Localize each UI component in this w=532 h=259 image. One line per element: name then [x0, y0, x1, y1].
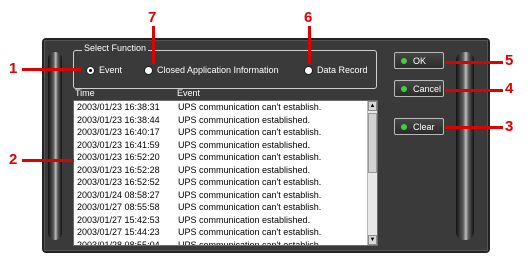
- ok-button-icon: [401, 57, 407, 64]
- callout-1: 1: [9, 60, 18, 77]
- table-row[interactable]: 2003/01/27 15:42:53 UPS communication est…: [74, 214, 377, 227]
- event-rows: 2003/01/23 16:38:31 UPS communication can…: [74, 101, 377, 246]
- cancel-button[interactable]: Cancel: [394, 80, 444, 97]
- row-event: UPS communication can't establish.: [178, 227, 322, 237]
- callout-6: 6: [304, 9, 313, 26]
- event-list[interactable]: 2003/01/23 16:38:31 UPS communication can…: [73, 100, 378, 246]
- callout-3: 3: [505, 118, 514, 135]
- table-row[interactable]: 2003/01/23 16:38:31 UPS communication can…: [74, 101, 377, 114]
- row-event: UPS communication can't establish.: [178, 177, 322, 187]
- row-time: 2003/01/23 16:52:20: [77, 152, 160, 162]
- row-event: UPS communication established.: [178, 164, 311, 175]
- radio-event-label: Event: [99, 65, 123, 75]
- right-roller: [456, 52, 474, 240]
- callout-4: 4: [505, 80, 514, 97]
- left-roller: [48, 52, 62, 240]
- row-time: 2003/01/23 16:40:17: [77, 127, 160, 137]
- radio-button-icon[interactable]: [86, 65, 95, 75]
- row-event: UPS communication can't establish.: [178, 152, 322, 162]
- row-time: 2003/01/23 16:38:31: [77, 102, 160, 112]
- cancel-button-label: Cancel: [413, 83, 442, 94]
- table-row[interactable]: 2003/01/23 16:52:28 UPS communication est…: [74, 164, 377, 177]
- row-time: 2003/01/28 08:55:04: [77, 239, 160, 246]
- row-event: UPS communication can't establish.: [178, 102, 322, 112]
- select-function-legend: Select Function: [82, 43, 149, 53]
- radio-button-icon[interactable]: [304, 65, 313, 75]
- callout-4-line: [445, 89, 503, 92]
- table-row[interactable]: 2003/01/23 16:38:44 UPS communication est…: [74, 114, 377, 127]
- callout-3-line: [445, 126, 503, 129]
- row-event: UPS communication established.: [178, 139, 311, 150]
- cancel-button-icon: [401, 85, 407, 92]
- row-time: 2003/01/23 16:38:44: [77, 114, 160, 125]
- ok-button-label: OK: [413, 55, 427, 66]
- row-event: UPS communication can't establish.: [178, 202, 322, 212]
- table-row[interactable]: 2003/01/23 16:52:20 UPS communication can…: [74, 151, 377, 164]
- table-row[interactable]: 2003/01/23 16:40:17 UPS communication can…: [74, 126, 377, 139]
- callout-5: 5: [505, 52, 514, 69]
- table-row[interactable]: 2003/01/28 08:55:04 UPS communication can…: [74, 239, 377, 246]
- radio-closed-application-label: Closed Application Information: [157, 65, 279, 75]
- scroll-down-icon[interactable]: ▼: [368, 235, 377, 245]
- callout-2: 2: [9, 151, 18, 168]
- row-time: 2003/01/23 16:41:59: [77, 139, 160, 150]
- callout-7-line: [152, 26, 155, 64]
- table-row[interactable]: 2003/01/27 08:55:58 UPS communication can…: [74, 201, 377, 214]
- table-row[interactable]: 2003/01/24 08:58:27 UPS communication can…: [74, 189, 377, 202]
- callout-5-line: [445, 61, 503, 64]
- table-row[interactable]: 2003/01/27 15:44:23 UPS communication can…: [74, 226, 377, 239]
- clear-button[interactable]: Clear: [394, 118, 444, 135]
- clear-button-icon: [401, 123, 407, 130]
- select-function-group: Select Function Event Closed Application…: [73, 43, 377, 89]
- radio-event[interactable]: Event: [86, 65, 122, 75]
- row-event: UPS communication can't establish.: [178, 127, 322, 137]
- row-event: UPS communication established.: [178, 114, 311, 125]
- radio-data-record[interactable]: Data Record: [304, 65, 368, 75]
- table-row[interactable]: 2003/01/23 16:41:59 UPS communication est…: [74, 139, 377, 152]
- column-header-time: Time: [75, 88, 95, 98]
- callout-1-line: [22, 68, 82, 71]
- row-event: UPS communication established.: [178, 214, 311, 225]
- ok-button[interactable]: OK: [394, 52, 444, 69]
- clear-button-label: Clear: [413, 121, 435, 132]
- radio-closed-application-information[interactable]: Closed Application Information: [144, 65, 279, 75]
- row-time: 2003/01/23 16:52:52: [77, 177, 160, 187]
- callout-2-line: [22, 159, 74, 162]
- callout-6-line: [308, 26, 311, 64]
- row-time: 2003/01/23 16:52:28: [77, 164, 160, 175]
- dialog-panel: Select Function Event Closed Application…: [42, 38, 490, 253]
- column-header-event: Event: [177, 88, 201, 98]
- scroll-thumb[interactable]: [368, 113, 377, 173]
- scroll-up-icon[interactable]: ▲: [368, 101, 377, 111]
- callout-7: 7: [148, 9, 157, 26]
- row-event: UPS communication can't establish.: [178, 189, 322, 200]
- radio-button-icon[interactable]: [144, 65, 153, 75]
- row-time: 2003/01/27 15:42:53: [77, 214, 160, 225]
- row-time: 2003/01/27 15:44:23: [77, 227, 160, 237]
- row-time: 2003/01/24 08:58:27: [77, 189, 160, 200]
- row-time: 2003/01/27 08:55:58: [77, 202, 160, 212]
- table-row[interactable]: 2003/01/23 16:52:52 UPS communication can…: [74, 176, 377, 189]
- vertical-scrollbar[interactable]: ▲ ▼: [367, 101, 377, 245]
- row-event: UPS communication can't establish.: [178, 239, 322, 246]
- radio-data-record-label: Data Record: [317, 65, 368, 75]
